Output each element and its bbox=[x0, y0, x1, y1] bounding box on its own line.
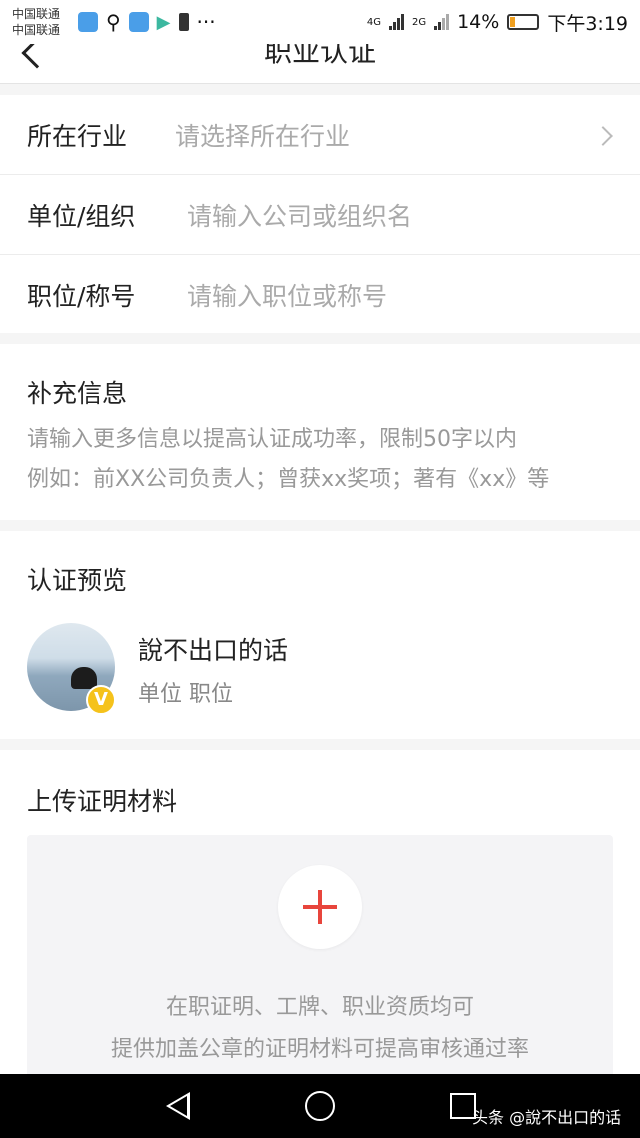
form-section: 所在行业 请选择所在行业 单位/组织 请输入公司或组织名 职位/称号 请输入职位… bbox=[0, 95, 640, 333]
supplement-section: 补充信息 请输入更多信息以提高认证成功率，限制50字以内 例如：前XX公司负责人… bbox=[0, 344, 640, 520]
supplement-title: 补充信息 bbox=[27, 379, 128, 408]
add-photo-button[interactable] bbox=[278, 865, 362, 949]
upload-title: 上传证明材料 bbox=[27, 787, 178, 816]
upload-hint-1: 在职证明、工牌、职业资质均可 bbox=[165, 995, 474, 1020]
battery-percent: 14% bbox=[457, 11, 500, 33]
signal-icon bbox=[434, 14, 450, 30]
upload-hint-2: 提供加盖公章的证明材料可提高审核通过率 bbox=[110, 1037, 529, 1062]
supplement-placeholder-1: 请输入更多信息以提高认证成功率，限制50字以内 bbox=[27, 427, 517, 452]
preview-subtitle: 单位 职位 bbox=[138, 682, 233, 707]
position-label: 职位/称号 bbox=[27, 282, 136, 311]
battery-alert-icon bbox=[178, 13, 189, 31]
industry-select[interactable]: 请选择所在行业 bbox=[175, 117, 640, 153]
system-nav-bar: 头条 @說不出口的话 bbox=[0, 1074, 640, 1138]
nav-back-inner bbox=[170, 1096, 187, 1116]
status-right: 4G 2G 14% 下午3:19 bbox=[367, 9, 628, 36]
battery-icon bbox=[507, 14, 540, 30]
position-row[interactable]: 职位/称号 请输入职位或称号 bbox=[0, 255, 640, 335]
clock: 下午3:19 bbox=[547, 12, 628, 35]
network-type-2: 2G bbox=[411, 16, 427, 28]
notification-icons: ⚲ ▶ ··· bbox=[78, 10, 216, 34]
play-icon: ▶ bbox=[156, 11, 171, 33]
header: 职业认证 bbox=[0, 44, 640, 84]
nav-home-icon[interactable] bbox=[305, 1091, 335, 1121]
search-icon: ⚲ bbox=[106, 10, 121, 34]
supplement-placeholder-2: 例如：前XX公司负责人；曾获xx奖项；著有《xx》等 bbox=[27, 467, 550, 492]
page-title: 职业认证 bbox=[263, 44, 376, 68]
upload-section: 上传证明材料 在职证明、工牌、职业资质均可 提供加盖公章的证明材料可提高审核通过… bbox=[0, 750, 640, 1074]
carrier-2: 中国联通 bbox=[12, 23, 61, 37]
org-label: 单位/组织 bbox=[27, 201, 136, 231]
org-row[interactable]: 单位/组织 请输入公司或组织名 bbox=[0, 175, 640, 255]
wifi-hotspot-icon bbox=[78, 12, 98, 32]
industry-label: 所在行业 bbox=[27, 121, 128, 151]
verified-badge-icon: V bbox=[86, 685, 116, 715]
upload-area[interactable]: 在职证明、工牌、职业资质均可 提供加盖公章的证明材料可提高审核通过率 bbox=[27, 835, 613, 1074]
watermark: 头条 @說不出口的话 bbox=[472, 1108, 622, 1127]
industry-row[interactable]: 所在行业 请选择所在行业 bbox=[0, 95, 640, 175]
wifi-hotspot-icon bbox=[128, 12, 149, 32]
preview-title: 认证预览 bbox=[27, 566, 128, 595]
network-type-1: 4G bbox=[366, 16, 381, 28]
org-input[interactable]: 请输入公司或组织名 bbox=[187, 197, 640, 233]
preview-username: 說不出口的话 bbox=[138, 636, 289, 665]
position-input[interactable]: 请输入职位或称号 bbox=[187, 277, 640, 313]
signal-icon bbox=[388, 14, 404, 30]
more-icon: ··· bbox=[196, 10, 216, 34]
carrier-info: 中国联通 中国联通 bbox=[12, 6, 72, 38]
carrier-1: 中国联通 bbox=[12, 7, 61, 21]
preview-section: 认证预览 V 說不出口的话 单位 职位 bbox=[0, 531, 640, 739]
status-bar: 中国联通 中国联通 ⚲ ▶ ··· 4G 2G 14% 下午3:19 bbox=[0, 0, 640, 44]
supplement-textarea[interactable]: 请输入更多信息以提高认证成功率，限制50字以内 例如：前XX公司负责人；曾获xx… bbox=[27, 420, 613, 500]
